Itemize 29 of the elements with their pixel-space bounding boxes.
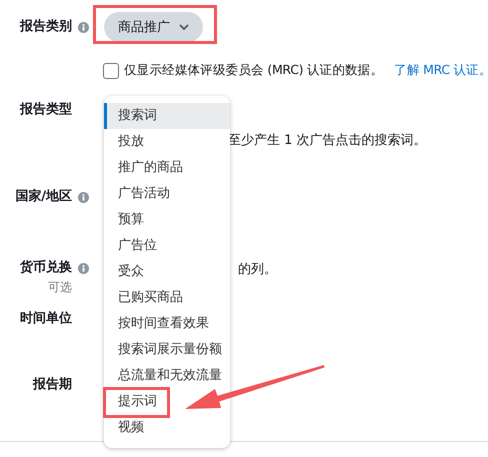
menu-item[interactable]: 总流量和无效流量 — [104, 363, 230, 389]
info-icon[interactable] — [78, 263, 88, 274]
field-label: 报告类别 — [20, 18, 72, 36]
info-icon[interactable] — [78, 192, 88, 203]
optional-hint: 可选 — [48, 279, 72, 296]
menu-item[interactable]: 搜索词展示量份额 — [104, 337, 230, 363]
menu-item[interactable]: 已购买商品 — [104, 285, 230, 311]
menu-item[interactable]: 投放 — [104, 129, 230, 155]
menu-item[interactable]: 受众 — [104, 259, 230, 285]
mrc-link[interactable]: 了解 MRC 认证。 — [394, 62, 488, 79]
field-label: 国家/地区 — [15, 188, 72, 206]
menu-item[interactable]: 搜索词 — [104, 103, 230, 129]
menu-item[interactable]: 视频 — [104, 415, 230, 441]
menu-item[interactable]: 预算 — [104, 207, 230, 233]
chevron-down-icon — [179, 24, 189, 30]
field-label: 时间单位 — [20, 310, 72, 328]
menu-item[interactable]: 推广的商品 — [104, 155, 230, 181]
menu-item[interactable]: 广告活动 — [104, 181, 230, 207]
menu-item[interactable]: 提示词 — [104, 389, 230, 415]
field-label: 报告期 — [33, 376, 72, 394]
field-label: 货币兑换 — [20, 258, 72, 277]
menu-item[interactable]: 广告位 — [104, 233, 230, 259]
menu-item[interactable]: 按时间查看效果 — [104, 311, 230, 337]
checkbox-label: 仅显示经媒体评级委员会 (MRC) 认证的数据。 — [124, 62, 384, 79]
field-label: 报告类型 — [20, 100, 72, 119]
description-text: 的列。 — [238, 261, 277, 278]
checkbox[interactable] — [103, 62, 119, 78]
report-category-dropdown[interactable]: 商品推广 — [104, 12, 203, 42]
info-icon[interactable] — [78, 22, 88, 33]
